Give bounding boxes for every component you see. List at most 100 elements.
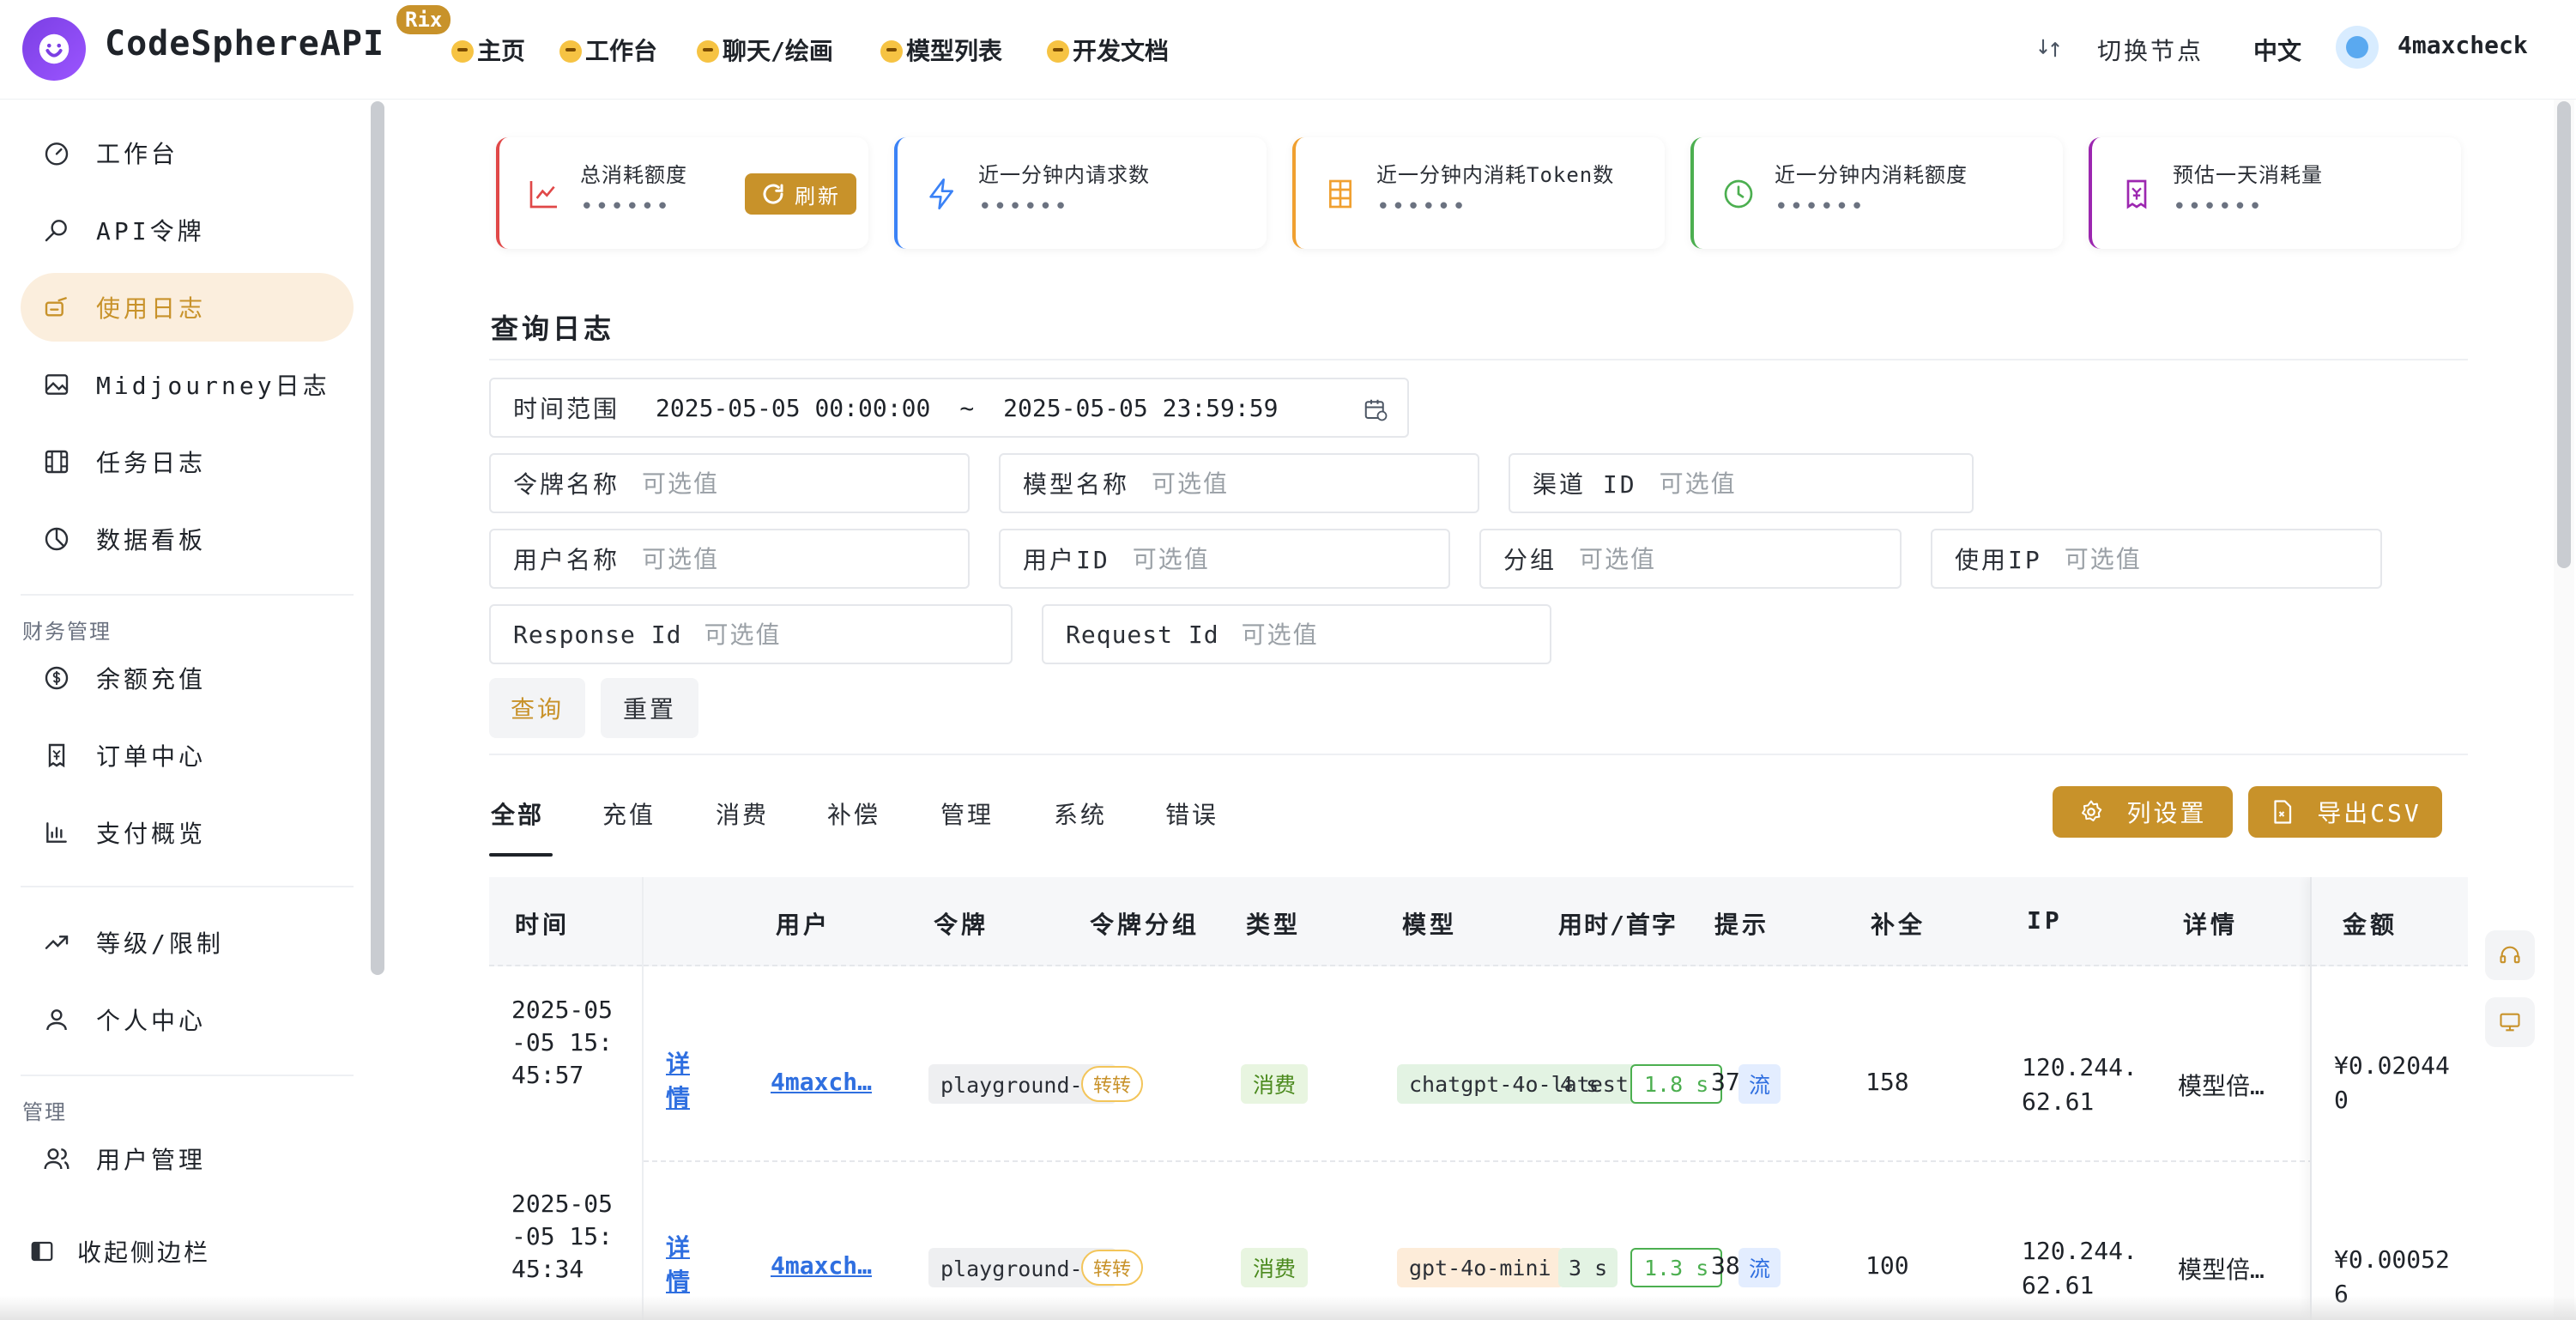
sidebar-item-level-limit[interactable]: 等级/限制 [21, 908, 354, 977]
sidebar-item-midjourney-logs[interactable]: Midjourney日志 [21, 350, 354, 419]
use-ip-input[interactable] [2064, 544, 2253, 573]
column-header-ip[interactable]: IP [2027, 906, 2063, 935]
table-row[interactable]: 详情 4maxch… playground-官 转转 消费 chatgpt-4o… [489, 968, 2468, 1162]
time-range-picker[interactable]: 时间范围 2025-05-05 00:00:00 ~ 2025-05-05 23… [489, 378, 1409, 438]
nav-docs[interactable]: 开发文档 [1047, 33, 1169, 67]
username[interactable]: 4maxcheck [2398, 31, 2528, 59]
channel-id-input[interactable] [1659, 469, 1848, 498]
sidebar-item-profile[interactable]: 个人中心 [21, 985, 354, 1054]
sidebar-item-usage-logs[interactable]: 使用日志 [21, 273, 354, 342]
stat-value: •••••• [2173, 194, 2264, 220]
sidebar-item-api-tokens[interactable]: API令牌 [21, 196, 354, 264]
switch-node-button[interactable]: 切换节点 [2097, 33, 2204, 67]
collapse-sidebar-button[interactable]: 收起侧边栏 [29, 1234, 210, 1269]
sidebar-item-data-board[interactable]: 数据看板 [21, 505, 354, 573]
model-name-field[interactable]: 模型名称 [999, 453, 1479, 513]
column-header-detail[interactable]: 详情 [2183, 906, 2238, 941]
stat-title: 近一分钟内消耗额度 [1775, 163, 1968, 187]
token-name-field[interactable]: 令牌名称 [489, 453, 970, 513]
prompt-tokens: 38 [1711, 1251, 1740, 1280]
tab-consume[interactable]: 消费 [716, 796, 769, 831]
tab-compensate[interactable]: 补偿 [827, 796, 880, 831]
user-id-field[interactable]: 用户ID [999, 529, 1450, 589]
tab-manage[interactable]: 管理 [940, 796, 994, 831]
user-id-input[interactable] [1132, 544, 1321, 573]
detail-link[interactable]: 详情 [666, 1047, 700, 1116]
clock-icon [1724, 179, 1753, 209]
desktop-button[interactable] [2485, 997, 2535, 1047]
sidebar-item-recharge[interactable]: 余额充值 [21, 644, 354, 712]
group-input[interactable] [1579, 544, 1769, 573]
sidebar-divider [21, 886, 354, 887]
request-id-input[interactable] [1241, 620, 1430, 649]
tab-recharge[interactable]: 充值 [602, 796, 656, 831]
brand-badge: Rix [396, 5, 451, 34]
user-name-field[interactable]: 用户名称 [489, 529, 970, 589]
column-header-time[interactable]: 时间 [515, 906, 570, 941]
sidebar-item-task-logs[interactable]: 任务日志 [21, 427, 354, 496]
receipt-icon [48, 743, 65, 768]
column-header-token[interactable]: 令牌 [934, 906, 989, 941]
sidebar-item-user-management[interactable]: 用户管理 [21, 1124, 354, 1193]
tab-all[interactable]: 全部 [491, 796, 544, 831]
column-header-type[interactable]: 类型 [1246, 906, 1301, 941]
brand-name[interactable]: CodeSphereAPI [105, 24, 384, 64]
nav-workbench[interactable]: 工作台 [559, 33, 657, 67]
customer-service-button[interactable] [2485, 930, 2535, 980]
avatar[interactable] [2336, 26, 2379, 69]
key-icon [45, 220, 67, 242]
column-header-prompt[interactable]: 提示 [1714, 906, 1769, 941]
column-header-model[interactable]: 模型 [1402, 906, 1457, 941]
sidebar-scrollbar[interactable] [371, 101, 384, 975]
tab-error[interactable]: 错误 [1165, 796, 1218, 831]
user-link[interactable]: 4maxch… [771, 1068, 872, 1096]
model-tag[interactable]: gpt-4o-mini [1397, 1248, 1563, 1287]
model-name-input[interactable] [1152, 469, 1341, 498]
column-header-token-group[interactable]: 令牌分组 [1090, 906, 1200, 941]
nav-models[interactable]: 模型列表 [880, 33, 1002, 67]
log-icon [45, 297, 67, 317]
column-header-user[interactable]: 用户 [776, 906, 831, 941]
image-icon [45, 374, 69, 395]
channel-id-field[interactable]: 渠道 ID [1509, 453, 1974, 513]
fixed-amount-column: 金额 ¥0.020440 ¥0.000526 [2310, 877, 2468, 1320]
request-id-field[interactable]: Request Id [1042, 604, 1551, 664]
response-id-input[interactable] [704, 620, 893, 649]
user-link[interactable]: 4maxch… [771, 1251, 872, 1280]
refresh-button[interactable]: 刷新 [745, 173, 856, 215]
token-name-input[interactable] [642, 469, 831, 498]
column-header-completion[interactable]: 补全 [1871, 906, 1926, 941]
main-scrollbar[interactable] [2557, 101, 2571, 568]
users-icon [44, 1148, 70, 1170]
use-ip-field[interactable]: 使用IP [1931, 529, 2382, 589]
stat-title: 预估一天消耗量 [2173, 163, 2323, 187]
nav-home[interactable]: 主页 [451, 33, 525, 67]
column-header-amount[interactable]: 金额 [2343, 906, 2398, 941]
tab-system[interactable]: 系统 [1054, 796, 1107, 831]
switch-node-icon[interactable] [2037, 34, 2061, 62]
brand-logo[interactable] [22, 17, 86, 81]
emoji-icon [880, 40, 903, 63]
column-header-duration[interactable]: 用时/首字 [1558, 906, 1678, 941]
export-csv-button[interactable]: 导出CSV [2248, 786, 2442, 838]
reset-button[interactable]: 重置 [601, 678, 698, 738]
coin-icon [45, 666, 69, 690]
user-name-input[interactable] [642, 544, 831, 573]
nav-chat[interactable]: 聊天/绘画 [697, 33, 833, 67]
detail-link[interactable]: 详情 [666, 1231, 700, 1299]
column-settings-button[interactable]: 列设置 [2053, 786, 2233, 838]
sidebar-item-orders[interactable]: 订单中心 [21, 721, 354, 790]
calendar-icon[interactable] [1363, 397, 1388, 422]
start-time[interactable]: 2025-05-05 00:00:00 [656, 394, 930, 422]
user-icon [46, 1009, 67, 1031]
response-id-field[interactable]: Response Id [489, 604, 1013, 664]
sidebar-item-workbench[interactable]: 工作台 [21, 118, 354, 187]
end-time[interactable]: 2025-05-05 23:59:59 [1003, 394, 1278, 422]
stat-card-tpm: 近一分钟内消耗Token数 •••••• [1292, 137, 1665, 249]
language-switch[interactable]: 中文 [2253, 33, 2301, 67]
query-button[interactable]: 查询 [489, 678, 585, 738]
group-field[interactable]: 分组 [1479, 529, 1902, 589]
ip-address: 120.244.62.61 [2022, 1237, 2138, 1299]
sidebar-divider [21, 1075, 354, 1076]
sidebar-item-payment-overview[interactable]: 支付概览 [21, 798, 354, 867]
